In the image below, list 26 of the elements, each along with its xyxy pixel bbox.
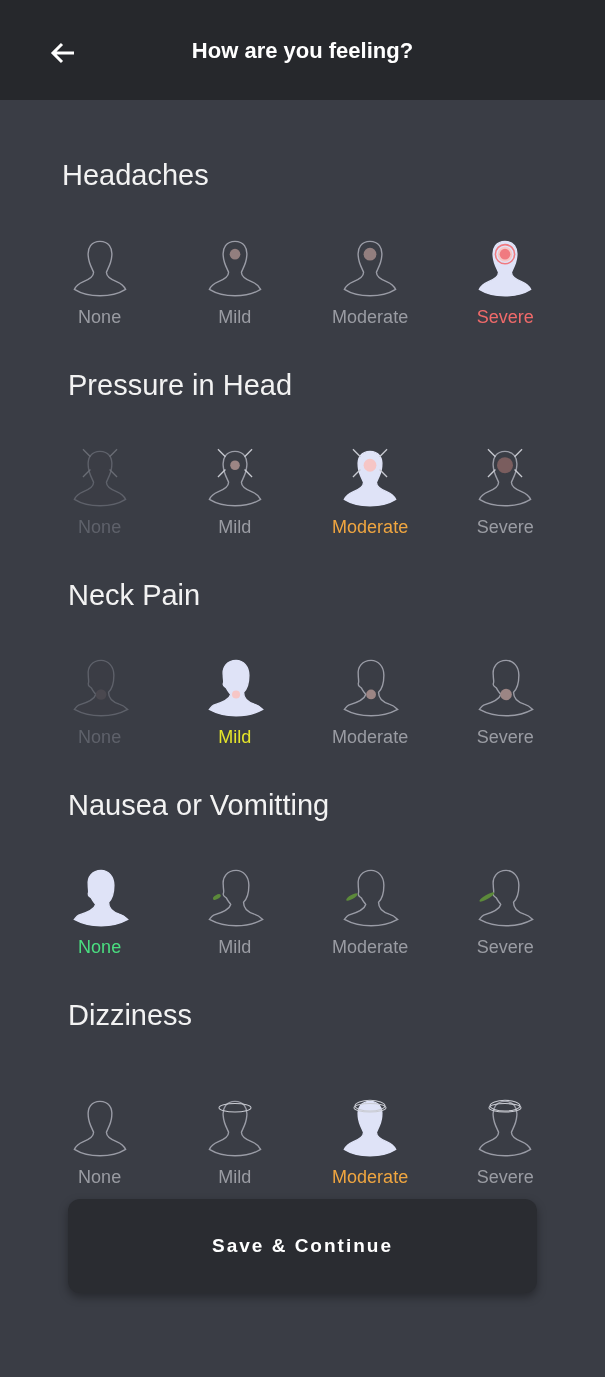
severity-option[interactable]: Severe	[437, 865, 573, 959]
back-arrow-icon	[50, 42, 76, 64]
severity-option[interactable]: Moderate	[302, 865, 438, 959]
severity-option[interactable]: None	[32, 235, 168, 329]
severity-option[interactable]: Severe	[437, 655, 573, 749]
severity-option[interactable]: Mild	[167, 445, 303, 539]
severity-option[interactable]: None	[32, 1095, 168, 1189]
severity-option[interactable]: Mild	[167, 1095, 303, 1189]
screen-title: How are you feeling?	[191, 36, 414, 65]
severity-option[interactable]: Severe	[437, 1095, 573, 1189]
severity-option[interactable]: Mild	[167, 655, 303, 749]
severity-option[interactable]: Mild	[167, 235, 303, 329]
severity-option[interactable]: Severe	[437, 235, 573, 329]
severity-option[interactable]: Moderate	[302, 235, 438, 329]
severity-option[interactable]: None	[32, 865, 168, 959]
severity-option[interactable]: Moderate	[302, 445, 438, 539]
save-continue-button[interactable]: Save & Continue	[68, 1199, 537, 1293]
section-title: Headaches	[62, 158, 209, 193]
section-title: Neck Pain	[68, 578, 201, 613]
section-title: Nausea or Vomitting	[68, 788, 330, 823]
severity-option[interactable]: Severe	[437, 445, 573, 539]
severity-option[interactable]: Moderate	[302, 655, 438, 749]
severity-option[interactable]: Mild	[167, 865, 303, 959]
severity-option[interactable]: Moderate	[302, 1095, 438, 1189]
section-title: Pressure in Head	[68, 368, 293, 403]
section-title: Dizziness	[68, 998, 193, 1033]
